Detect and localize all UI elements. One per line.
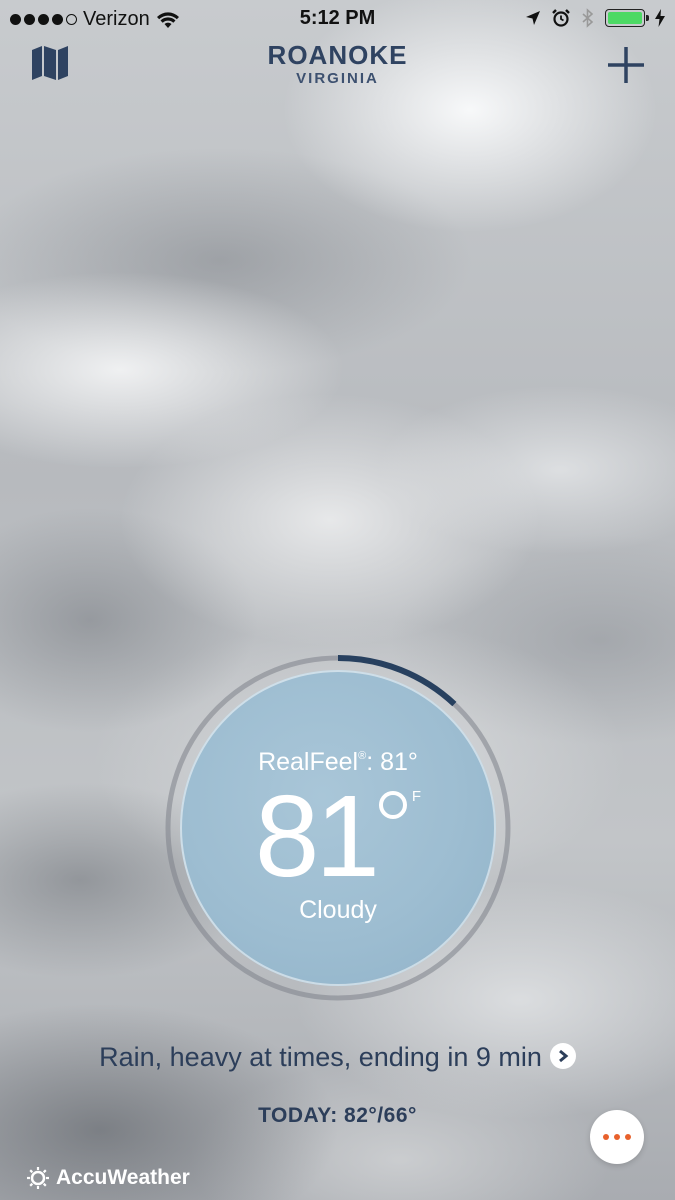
condition-text: Cloudy <box>299 896 377 924</box>
plus-icon <box>608 47 644 83</box>
more-dots-icon <box>603 1134 609 1140</box>
alarm-clock-icon <box>552 9 570 27</box>
accuweather-logo: AccuWeather <box>26 1166 190 1190</box>
add-location-button[interactable] <box>605 44 647 86</box>
today-high-low: TODAY: 82°/66° <box>258 1104 417 1127</box>
status-right <box>525 8 665 28</box>
degree-symbol-icon <box>376 788 410 822</box>
sun-logo-icon <box>27 1167 49 1189</box>
brand-name: AccuWeather <box>56 1166 190 1189</box>
state-name: VIRGINIA <box>296 70 379 87</box>
location-header: ROANOKE VIRGINIA <box>0 38 675 98</box>
temperature-circle: RealFeel®: 81° 81 F Cloudy <box>180 670 496 986</box>
location-arrow-icon <box>526 11 540 25</box>
current-conditions-gauge[interactable]: RealFeel®: 81° 81 F Cloudy <box>160 650 516 1006</box>
minutecast-text: Rain, heavy at times, ending in 9 min <box>99 1042 542 1072</box>
background-sky <box>0 0 675 1200</box>
charging-bolt-icon <box>655 9 665 27</box>
bluetooth-icon <box>582 8 594 28</box>
more-dot <box>625 1134 631 1140</box>
temperature-unit: F <box>411 788 422 805</box>
more-dot <box>614 1134 620 1140</box>
city-name[interactable]: ROANOKE <box>0 40 675 71</box>
more-options-button[interactable] <box>590 1110 644 1164</box>
chevron-right-icon[interactable] <box>549 1042 576 1069</box>
temperature-display: 81 F <box>180 778 496 894</box>
temperature-value: 81 <box>254 771 380 901</box>
status-bar: Verizon 5:12 PM <box>0 0 675 40</box>
registered-mark: ® <box>358 750 367 762</box>
battery-icon <box>605 9 649 27</box>
minutecast-summary[interactable]: Rain, heavy at times, ending in 9 min <box>0 1042 675 1073</box>
